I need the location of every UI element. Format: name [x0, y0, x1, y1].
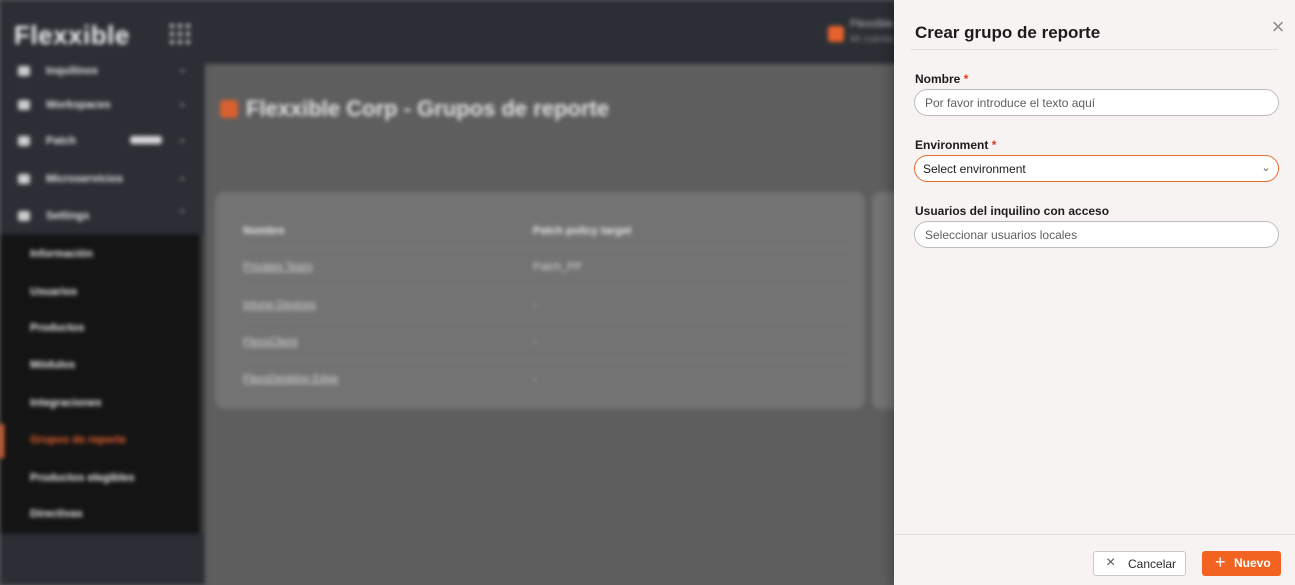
- org-logo-icon: [220, 100, 238, 118]
- drawer-title: Crear grupo de reporte: [915, 23, 1101, 42]
- patch-icon: [18, 136, 30, 146]
- sidebar-subitem-label: Módulos: [30, 359, 76, 371]
- nombre-input[interactable]: [914, 89, 1279, 116]
- report-groups-table: Nombre Patch policy target Privates Team…: [215, 192, 865, 409]
- sidebar-scrollbar: [200, 234, 205, 534]
- sidebar-subitem-productos-elegibles: Productos elegibles: [30, 460, 200, 496]
- chevron-down-icon: ⌄: [1261, 162, 1271, 174]
- close-icon: ×: [1106, 554, 1116, 571]
- table-header: Nombre Patch policy target: [243, 212, 853, 250]
- app-logo: Flexxible: [14, 20, 130, 50]
- header-divider: [910, 49, 1278, 50]
- row-patch-policy: -: [533, 336, 537, 348]
- settings-submenu: Información Usuarios Productos Módulos I…: [0, 234, 200, 534]
- sidebar-item-patch: Patch ⌄: [0, 124, 200, 160]
- avatar: [828, 26, 844, 42]
- close-icon: ×: [1271, 14, 1285, 39]
- apps-grid-icon: [168, 22, 192, 46]
- create-report-group-drawer: Crear grupo de reporte × Nombre * Enviro…: [894, 0, 1295, 585]
- environment-select-value: Select environment: [923, 162, 1026, 176]
- column-header-patch-policy: Patch policy target: [533, 225, 632, 237]
- row-name-link: Privates Team: [243, 261, 313, 273]
- row-name-link: FlexxDesktop Edge: [243, 373, 339, 385]
- sidebar-subitem-integraciones: Integraciones: [30, 385, 200, 421]
- sidebar-subitem-label: Grupos de reporte: [30, 434, 126, 446]
- sidebar-item-label: Workspaces: [46, 99, 111, 111]
- sidebar-item-inquilinos: Inquilinos ⌄: [0, 54, 200, 90]
- table-row: FlexxDesktop Edge -: [243, 359, 853, 397]
- chevron-down-icon: ⌄: [178, 98, 187, 109]
- sidebar-subitem-grupos-de-reporte: Grupos de reporte: [30, 422, 200, 458]
- user-name: Flexxible: [850, 18, 894, 30]
- table-row: Intune Devices -: [243, 285, 853, 323]
- cancel-button[interactable]: × Cancelar: [1093, 551, 1186, 576]
- sidebar-subitem-informacion: Información: [30, 236, 200, 272]
- required-marker: *: [963, 72, 969, 86]
- sidebar-item-settings: Settings ⌃: [0, 199, 200, 235]
- sidebar-item-label: Microservicios: [46, 173, 124, 185]
- sidebar-subitem-productos: Productos: [30, 310, 200, 346]
- row-patch-policy: -: [533, 299, 537, 311]
- chevron-down-icon: ⌄: [178, 64, 187, 75]
- chevron-down-icon: ⌄: [178, 134, 187, 145]
- column-header-nombre: Nombre: [243, 225, 285, 237]
- nombre-label-text: Nombre: [915, 72, 961, 86]
- sidebar-item-label: Inquilinos: [46, 65, 98, 77]
- create-button-label: Nuevo: [1234, 556, 1271, 570]
- required-marker: *: [991, 138, 997, 152]
- user-menu: Flexxible Mi cuenta: [820, 14, 900, 54]
- active-indicator: [0, 424, 4, 458]
- usuarios-label: Usuarios del inquilino con acceso: [915, 204, 1110, 218]
- footer-divider: [894, 534, 1295, 535]
- sidebar-subitem-label: Directivas: [30, 508, 83, 520]
- chevron-up-icon: ⌃: [178, 209, 187, 220]
- sidebar-item-workspaces: Workspaces ⌄: [0, 88, 200, 124]
- nombre-label: Nombre *: [915, 72, 968, 86]
- close-drawer-button[interactable]: ×: [1267, 16, 1289, 38]
- user-subtitle: Mi cuenta: [850, 34, 894, 45]
- row-name-link: Intune Devices: [243, 299, 316, 311]
- usuarios-input[interactable]: [914, 221, 1279, 248]
- monitor-icon: [18, 100, 30, 110]
- chevron-down-icon: ⌄: [178, 172, 187, 183]
- sidebar-subitem-label: Integraciones: [30, 397, 102, 409]
- table-row: Privates Team Patch_PP: [243, 247, 853, 285]
- table-row: FlexxClient -: [243, 322, 853, 360]
- sidebar-item-microservicios: Microservicios ⌄: [0, 162, 200, 198]
- row-patch-policy: -: [533, 373, 537, 385]
- settings-icon: [18, 211, 30, 221]
- create-button[interactable]: + Nuevo: [1202, 551, 1281, 576]
- sidebar-subitem-directivas: Directivas: [30, 496, 200, 532]
- sidebar-subitem-label: Productos elegibles: [30, 472, 135, 484]
- status-badge: [130, 136, 162, 144]
- environment-select[interactable]: Select environment ⌄: [914, 155, 1279, 182]
- page-title: Flexxible Corp - Grupos de reporte: [220, 96, 609, 122]
- page-title-text: Flexxible Corp - Grupos de reporte: [246, 96, 610, 121]
- environment-label: Environment *: [915, 138, 996, 152]
- sidebar-subitem-usuarios: Usuarios: [30, 274, 200, 310]
- row-name-link: FlexxClient: [243, 336, 298, 348]
- sidebar-subitem-label: Usuarios: [30, 286, 78, 298]
- sidebar-subitem-label: Productos: [30, 322, 85, 334]
- plus-icon: +: [1215, 552, 1226, 572]
- environment-label-text: Environment: [915, 138, 989, 152]
- sidebar-subitem-label: Información: [30, 248, 93, 260]
- sidebar-subitem-modulos: Módulos: [30, 347, 200, 383]
- cancel-button-label: Cancelar: [1128, 557, 1177, 571]
- sidebar-item-label: Settings: [46, 210, 90, 222]
- sidebar-item-label: Patch: [46, 135, 76, 147]
- microservices-icon: [18, 174, 30, 184]
- users-icon: [18, 66, 30, 76]
- row-patch-policy: Patch_PP: [533, 261, 582, 273]
